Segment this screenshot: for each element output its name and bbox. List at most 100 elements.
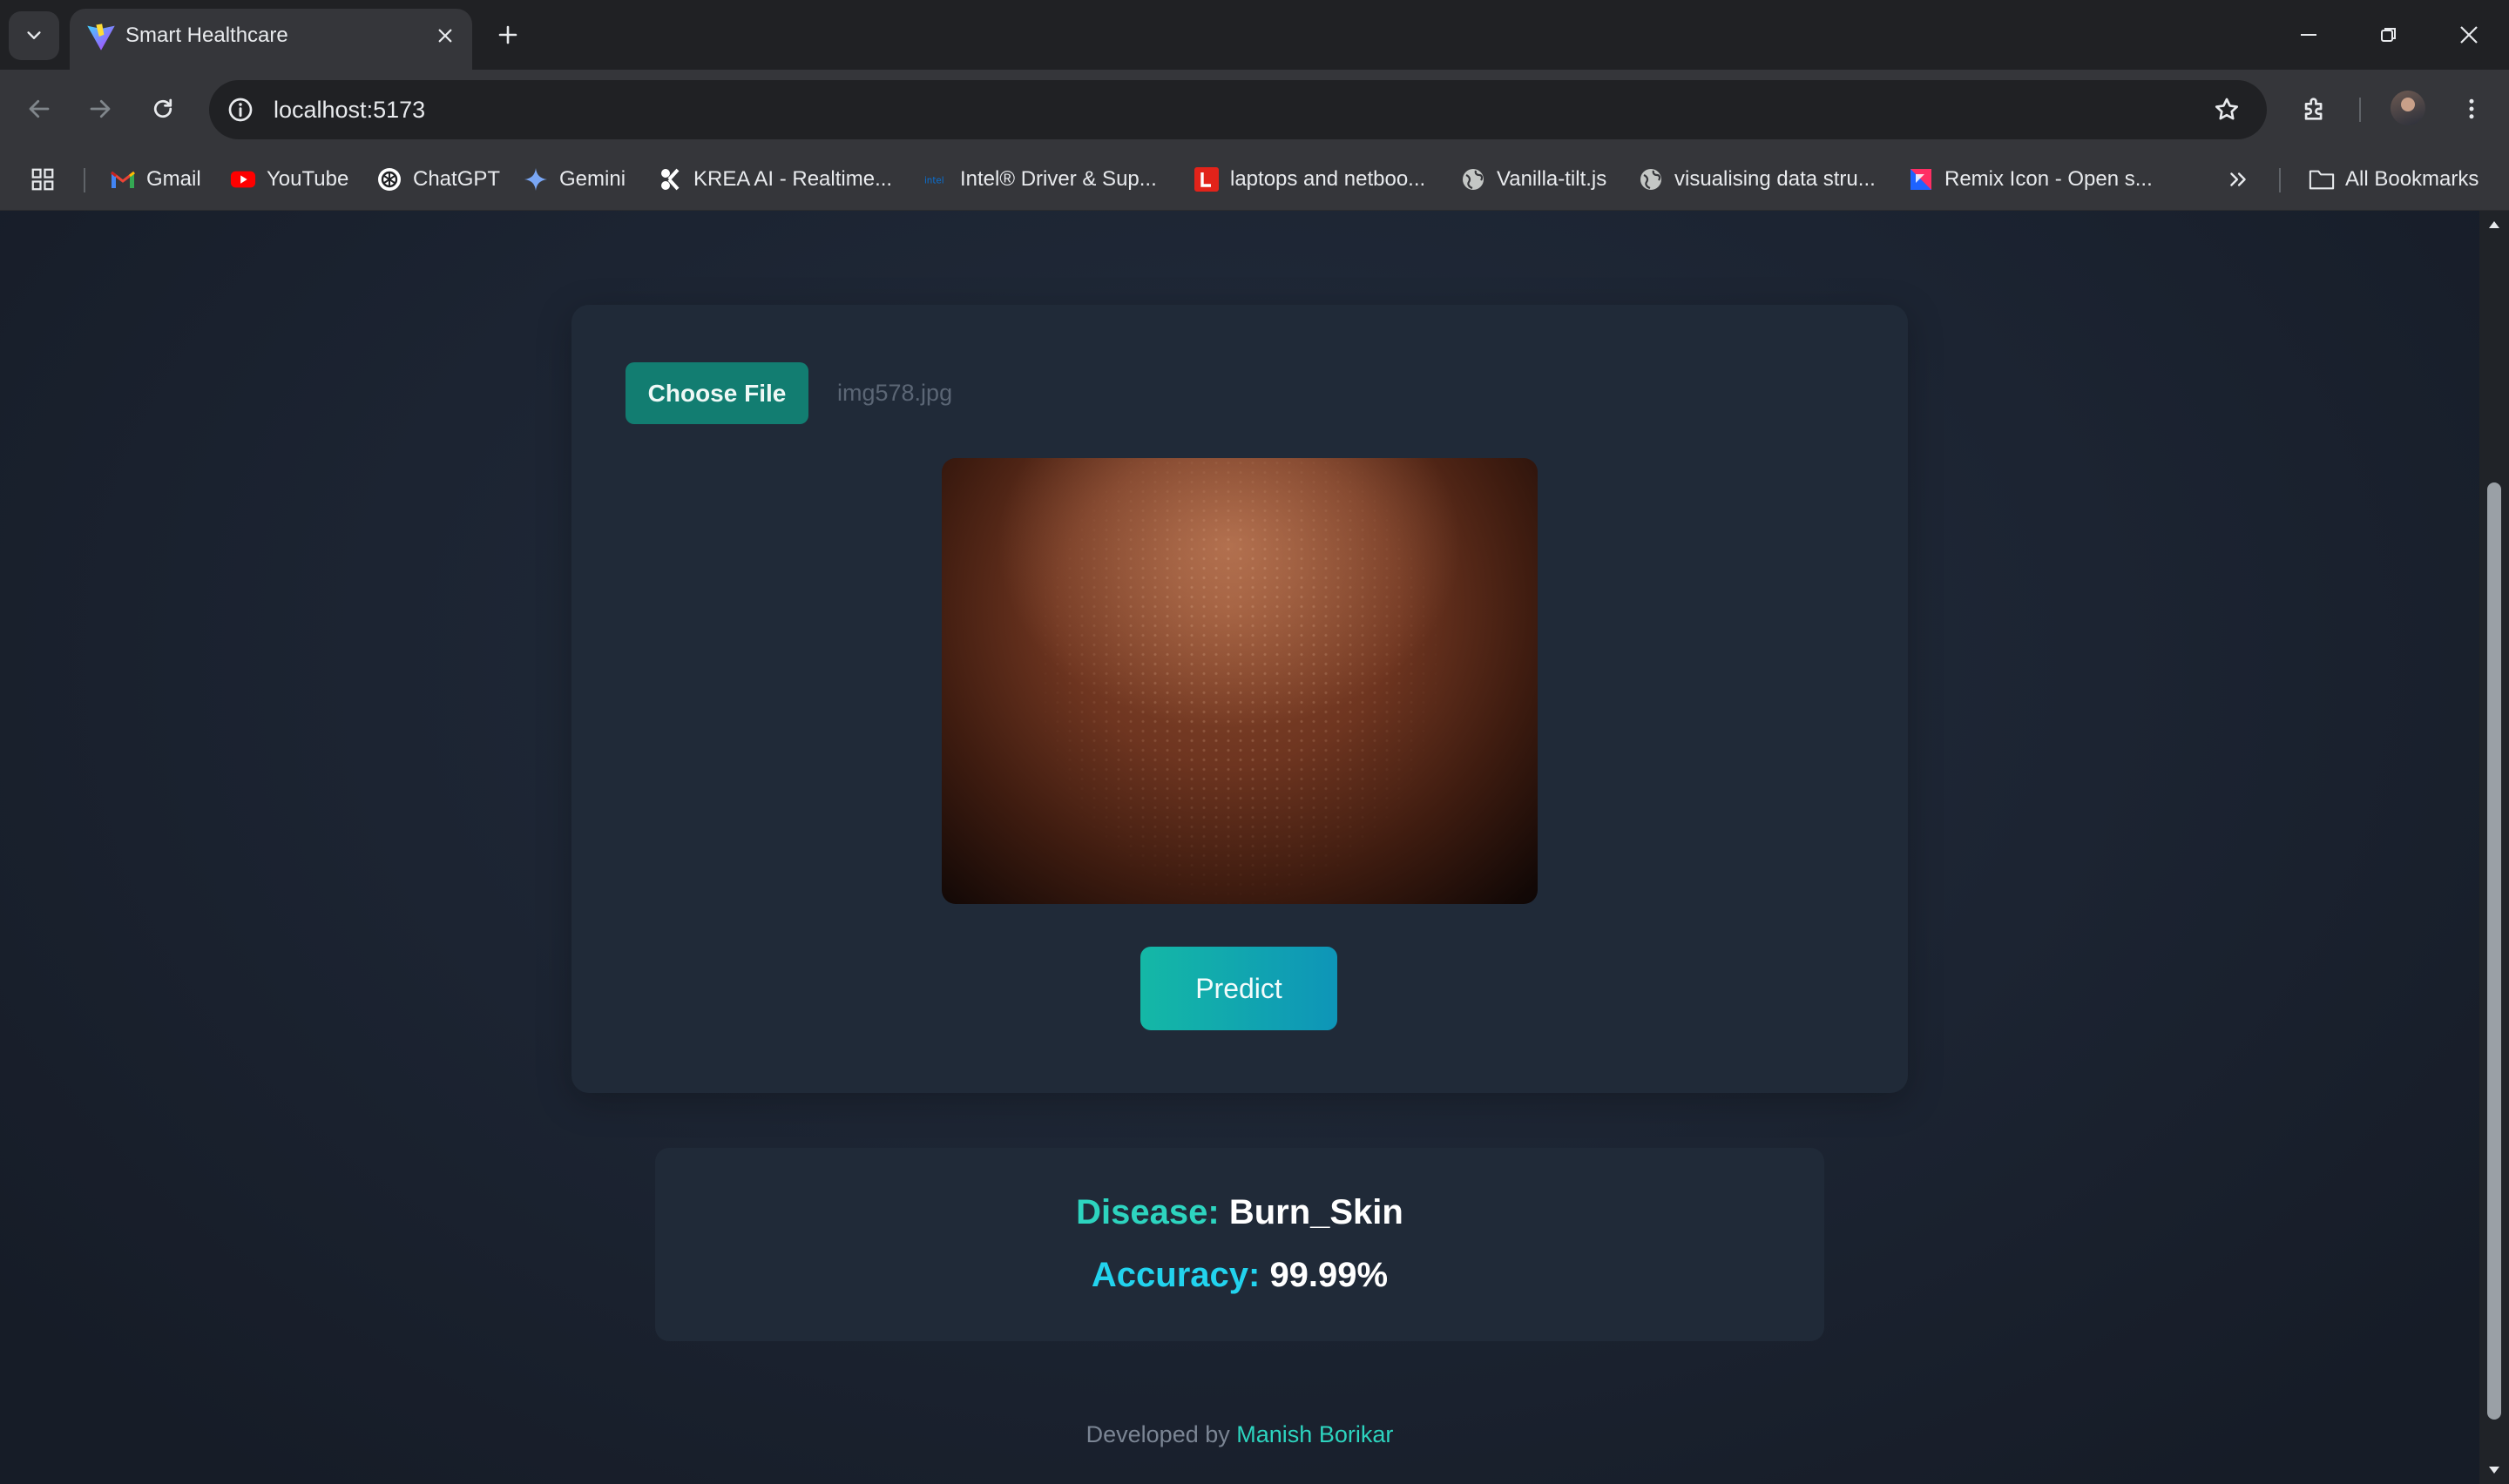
- bookmark-visualising-data[interactable]: visualising data stru...: [1638, 149, 1876, 210]
- tab-title: Smart Healthcare: [125, 24, 288, 47]
- toolbar-divider: [2359, 98, 2361, 122]
- more-bookmarks-button[interactable]: [2227, 149, 2249, 210]
- bookmark-label: Remix Icon - Open s...: [1944, 167, 2153, 191]
- plus-icon: [498, 25, 517, 44]
- restore-icon: [2381, 28, 2396, 42]
- disease-value: Burn_Skin: [1228, 1193, 1403, 1231]
- bookmark-vanilla-tilt[interactable]: Vanilla-tilt.js: [1460, 149, 1606, 210]
- youtube-icon: [230, 171, 256, 188]
- minimize-button[interactable]: [2269, 0, 2349, 70]
- footer-author-link[interactable]: Manish Borikar: [1236, 1421, 1393, 1447]
- upload-card: Choose File img578.jpg Predict: [571, 305, 1908, 1093]
- bookmark-chatgpt[interactable]: ChatGPT: [376, 149, 500, 210]
- extensions-button[interactable]: [2295, 89, 2335, 129]
- page-heading-fragment: [1289, 211, 1315, 230]
- bookmark-label: YouTube: [267, 167, 349, 191]
- address-bar[interactable]: localhost:5173: [209, 80, 2267, 139]
- arrow-right-icon: [90, 99, 111, 118]
- site-info-button[interactable]: [223, 92, 258, 127]
- bookmark-label: visualising data stru...: [1674, 167, 1876, 191]
- back-button[interactable]: [17, 87, 61, 131]
- disease-label: Disease:: [1076, 1193, 1220, 1231]
- close-tab-button[interactable]: [430, 21, 460, 51]
- bookmark-star-button[interactable]: [2209, 92, 2244, 127]
- minimize-icon: [2301, 34, 2316, 36]
- close-icon: [438, 29, 452, 43]
- scroll-up-button[interactable]: [2487, 218, 2501, 232]
- restore-button[interactable]: [2349, 0, 2429, 70]
- disease-result: Disease: Burn_Skin: [655, 1193, 1824, 1232]
- arrow-left-icon: [29, 99, 50, 118]
- globe-icon: [1463, 169, 1484, 190]
- scroll-thumb[interactable]: [2487, 482, 2501, 1420]
- bookmarks-divider: [84, 168, 85, 192]
- bookmark-label: Gmail: [146, 167, 201, 191]
- image-preview: [942, 458, 1538, 904]
- bookmarks-bar: Gmail YouTube ChatGPT Gemini KREA AI - R…: [0, 149, 2509, 211]
- bookmarks-divider: [2279, 168, 2281, 192]
- reload-icon: [153, 98, 172, 118]
- folder-icon: [2309, 170, 2335, 190]
- skin-texture: [942, 458, 1538, 904]
- browser-menu-button[interactable]: [2452, 89, 2492, 129]
- gmail-icon: [111, 171, 135, 188]
- close-icon: [2460, 26, 2478, 44]
- bookmark-label: Intel® Driver & Sup...: [960, 167, 1157, 191]
- scroll-down-button[interactable]: [2487, 1463, 2501, 1477]
- remix-icon: [1910, 169, 1931, 190]
- close-window-button[interactable]: [2429, 0, 2509, 70]
- vite-logo-icon: [87, 24, 115, 51]
- bookmark-label: laptops and netboo...: [1230, 167, 1426, 191]
- new-tab-button[interactable]: [490, 17, 525, 52]
- selected-file-name: img578.jpg: [837, 380, 953, 406]
- chatgpt-icon: [378, 168, 401, 191]
- triangle-up-icon: [2489, 221, 2499, 228]
- apps-grid-icon: [31, 168, 54, 191]
- bookmark-label: Gemini: [559, 167, 626, 191]
- bookmark-label: ChatGPT: [413, 167, 501, 191]
- tab-search-button[interactable]: [9, 11, 59, 60]
- all-bookmarks-button[interactable]: All Bookmarks: [2309, 149, 2479, 210]
- apps-button[interactable]: [30, 149, 56, 210]
- accuracy-value: 99.99%: [1269, 1256, 1389, 1294]
- accuracy-label: Accuracy:: [1091, 1256, 1261, 1294]
- reload-button[interactable]: [141, 87, 185, 131]
- page-scrollbar[interactable]: [2479, 211, 2509, 1484]
- triangle-down-icon: [2489, 1467, 2499, 1474]
- bookmark-gemini[interactable]: Gemini: [523, 149, 626, 210]
- bookmark-label: Vanilla-tilt.js: [1497, 167, 1607, 191]
- all-bookmarks-label: All Bookmarks: [2345, 167, 2479, 191]
- footer: Developed by Manish Borikar: [0, 1421, 2479, 1448]
- bookmark-label: KREA AI - Realtime...: [693, 167, 893, 191]
- bookmark-intel[interactable]: intel Intel® Driver & Sup...: [923, 149, 1157, 210]
- gemini-icon: [524, 168, 547, 191]
- intel-icon: intel: [924, 176, 944, 186]
- bookmark-remix-icon[interactable]: Remix Icon - Open s...: [1908, 149, 2153, 210]
- chevron-double-right-icon: [2230, 172, 2246, 186]
- tab-strip: Smart Healthcare: [0, 0, 2509, 70]
- page-viewport: Choose File img578.jpg Predict Disease: …: [0, 211, 2479, 1484]
- address-url: localhost:5173: [274, 97, 426, 123]
- result-card: Disease: Burn_Skin Accuracy: 99.99%: [655, 1148, 1824, 1341]
- bookmark-laptops[interactable]: laptops and netboo...: [1194, 149, 1425, 210]
- profile-avatar[interactable]: [2391, 91, 2425, 125]
- choose-file-button[interactable]: Choose File: [626, 362, 808, 424]
- globe-icon: [1640, 169, 1661, 190]
- chevron-down-icon: [27, 31, 41, 39]
- bookmark-gmail[interactable]: Gmail: [110, 149, 201, 210]
- forward-button[interactable]: [78, 87, 122, 131]
- lenovo-icon: [1194, 167, 1219, 192]
- browser-toolbar: localhost:5173: [0, 70, 2509, 149]
- bookmark-krea[interactable]: KREA AI - Realtime...: [657, 149, 892, 210]
- star-icon: [2215, 98, 2239, 120]
- accuracy-result: Accuracy: 99.99%: [655, 1256, 1824, 1295]
- predict-button[interactable]: Predict: [1140, 947, 1337, 1030]
- info-icon: [228, 98, 253, 122]
- more-vert-icon: [2469, 98, 2474, 119]
- bookmark-youtube[interactable]: YouTube: [230, 149, 348, 210]
- footer-prefix: Developed by: [1085, 1421, 1230, 1447]
- puzzle-icon: [2304, 98, 2323, 120]
- svg-text:intel: intel: [924, 176, 944, 186]
- active-tab[interactable]: Smart Healthcare: [70, 9, 472, 70]
- krea-icon: [661, 168, 680, 191]
